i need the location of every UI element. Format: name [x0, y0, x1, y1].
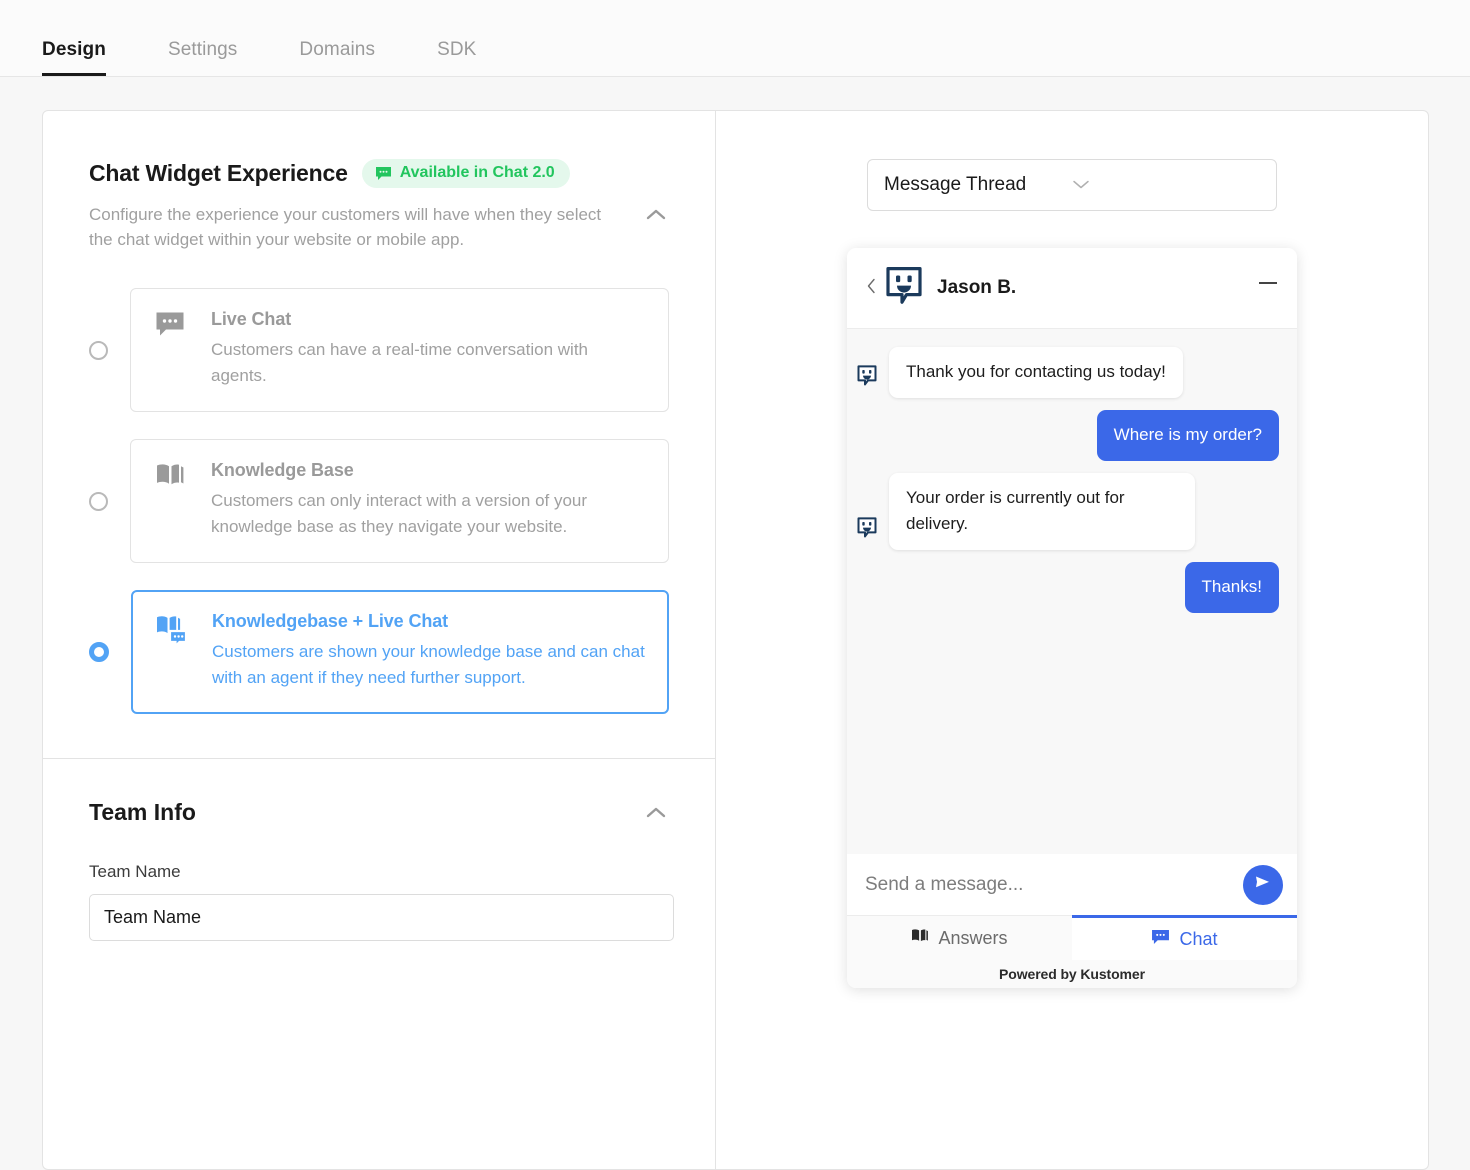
- message-bubble: Your order is currently out for delivery…: [889, 473, 1195, 550]
- team-name-input[interactable]: [89, 894, 674, 941]
- message-row: Thanks!: [857, 562, 1279, 613]
- chat-bubble-icon: [1151, 929, 1170, 950]
- widget-tab-label: Chat: [1179, 928, 1218, 949]
- message-bubble: Thanks!: [1184, 562, 1279, 613]
- message-row: Thank you for contacting us today!: [857, 347, 1279, 398]
- message-input[interactable]: [865, 873, 1233, 896]
- team-info-title: Team Info: [89, 799, 196, 825]
- widget-tab-label: Answers: [938, 927, 1008, 948]
- option-row-live-chat: Live Chat Customers can have a real-time…: [89, 288, 669, 412]
- widget-agent-name: Jason B.: [937, 277, 1017, 298]
- tab-domains[interactable]: Domains: [299, 39, 375, 76]
- tab-settings[interactable]: Settings: [168, 39, 237, 76]
- widget-header: Jason B.: [847, 248, 1297, 329]
- main-tab-bar: Design Settings Domains SDK: [0, 0, 1470, 77]
- widget-tab-chat[interactable]: Chat: [1072, 915, 1297, 960]
- send-button[interactable]: [1243, 864, 1283, 905]
- preview-view-select[interactable]: Message Thread: [867, 159, 1277, 211]
- option-description: Customers are shown your knowledge base …: [212, 642, 645, 687]
- option-title: Knowledge Base: [211, 460, 354, 480]
- chat-bubble-icon: [155, 309, 191, 389]
- back-chevron-icon[interactable]: [867, 278, 885, 299]
- status-badge-label: Available in Chat 2.0: [399, 164, 555, 181]
- option-row-knowledgebase-live-chat: Knowledgebase + Live Chat Customers are …: [89, 590, 669, 714]
- book-icon: [911, 928, 929, 949]
- section-description: Configure the experience your customers …: [89, 205, 602, 249]
- message-row: Your order is currently out for delivery…: [857, 473, 1279, 550]
- chat-bubble-icon: [375, 166, 392, 181]
- preview-pane: Message Thread Jason B. Thank you for co…: [716, 111, 1428, 1169]
- chat-widget-preview: Jason B. Thank you for contacting us tod…: [847, 248, 1297, 988]
- option-card-knowledgebase-live-chat[interactable]: Knowledgebase + Live Chat Customers are …: [131, 590, 669, 714]
- option-row-knowledge-base: Knowledge Base Customers can only intera…: [89, 439, 669, 563]
- book-icon: [155, 460, 191, 540]
- agent-avatar-icon: [857, 517, 881, 544]
- widget-tab-answers[interactable]: Answers: [847, 915, 1072, 960]
- send-icon: [1253, 873, 1273, 896]
- agent-avatar-icon: [857, 365, 881, 392]
- widget-footer: Powered by Kustomer: [847, 960, 1297, 988]
- design-settings-card: Chat Widget Experience Available in Chat…: [42, 110, 1429, 1170]
- radio-live-chat[interactable]: [89, 340, 108, 360]
- message-bubble: Thank you for contacting us today!: [889, 347, 1183, 398]
- tab-sdk[interactable]: SDK: [437, 39, 476, 76]
- option-description: Customers can have a real-time conversat…: [211, 340, 588, 385]
- status-badge: Available in Chat 2.0: [361, 159, 570, 188]
- preview-view-select-value: Message Thread: [884, 174, 1027, 195]
- section-header: Chat Widget Experience Available in Chat…: [89, 159, 669, 188]
- option-title: Live Chat: [211, 309, 292, 329]
- section-subtitle-row: Configure the experience your customers …: [89, 202, 669, 252]
- widget-message-list: Thank you for contacting us today! Where…: [847, 329, 1297, 854]
- book-plus-chat-icon: [156, 611, 192, 691]
- radio-knowledgebase-live-chat[interactable]: [89, 642, 109, 662]
- option-card-live-chat[interactable]: Live Chat Customers can have a real-time…: [130, 288, 669, 412]
- experience-options: Live Chat Customers can have a real-time…: [89, 288, 669, 714]
- chevron-up-icon[interactable]: [645, 208, 667, 227]
- radio-knowledge-base[interactable]: [89, 491, 108, 511]
- widget-tab-bar: Answers Chat: [847, 915, 1297, 960]
- option-description: Customers can only interact with a versi…: [211, 491, 588, 536]
- chat-widget-experience-section: Chat Widget Experience Available in Chat…: [43, 111, 715, 714]
- widget-composer: [847, 854, 1297, 915]
- option-card-knowledge-base[interactable]: Knowledge Base Customers can only intera…: [130, 439, 669, 563]
- option-title: Knowledgebase + Live Chat: [212, 611, 449, 631]
- team-info-header: Team Info: [89, 799, 669, 826]
- settings-pane: Chat Widget Experience Available in Chat…: [43, 111, 716, 1169]
- chevron-up-icon[interactable]: [645, 806, 667, 825]
- message-row: Where is my order?: [857, 410, 1279, 461]
- team-info-section: Team Info Team Name: [43, 759, 715, 941]
- kustomer-smiley-bubble-icon: [885, 266, 923, 311]
- tab-design[interactable]: Design: [42, 39, 106, 76]
- section-title: Chat Widget Experience: [89, 160, 348, 186]
- message-bubble: Where is my order?: [1096, 410, 1279, 461]
- minimize-icon[interactable]: [1259, 282, 1277, 284]
- team-name-label: Team Name: [89, 862, 181, 881]
- chevron-down-icon: [1072, 174, 1260, 196]
